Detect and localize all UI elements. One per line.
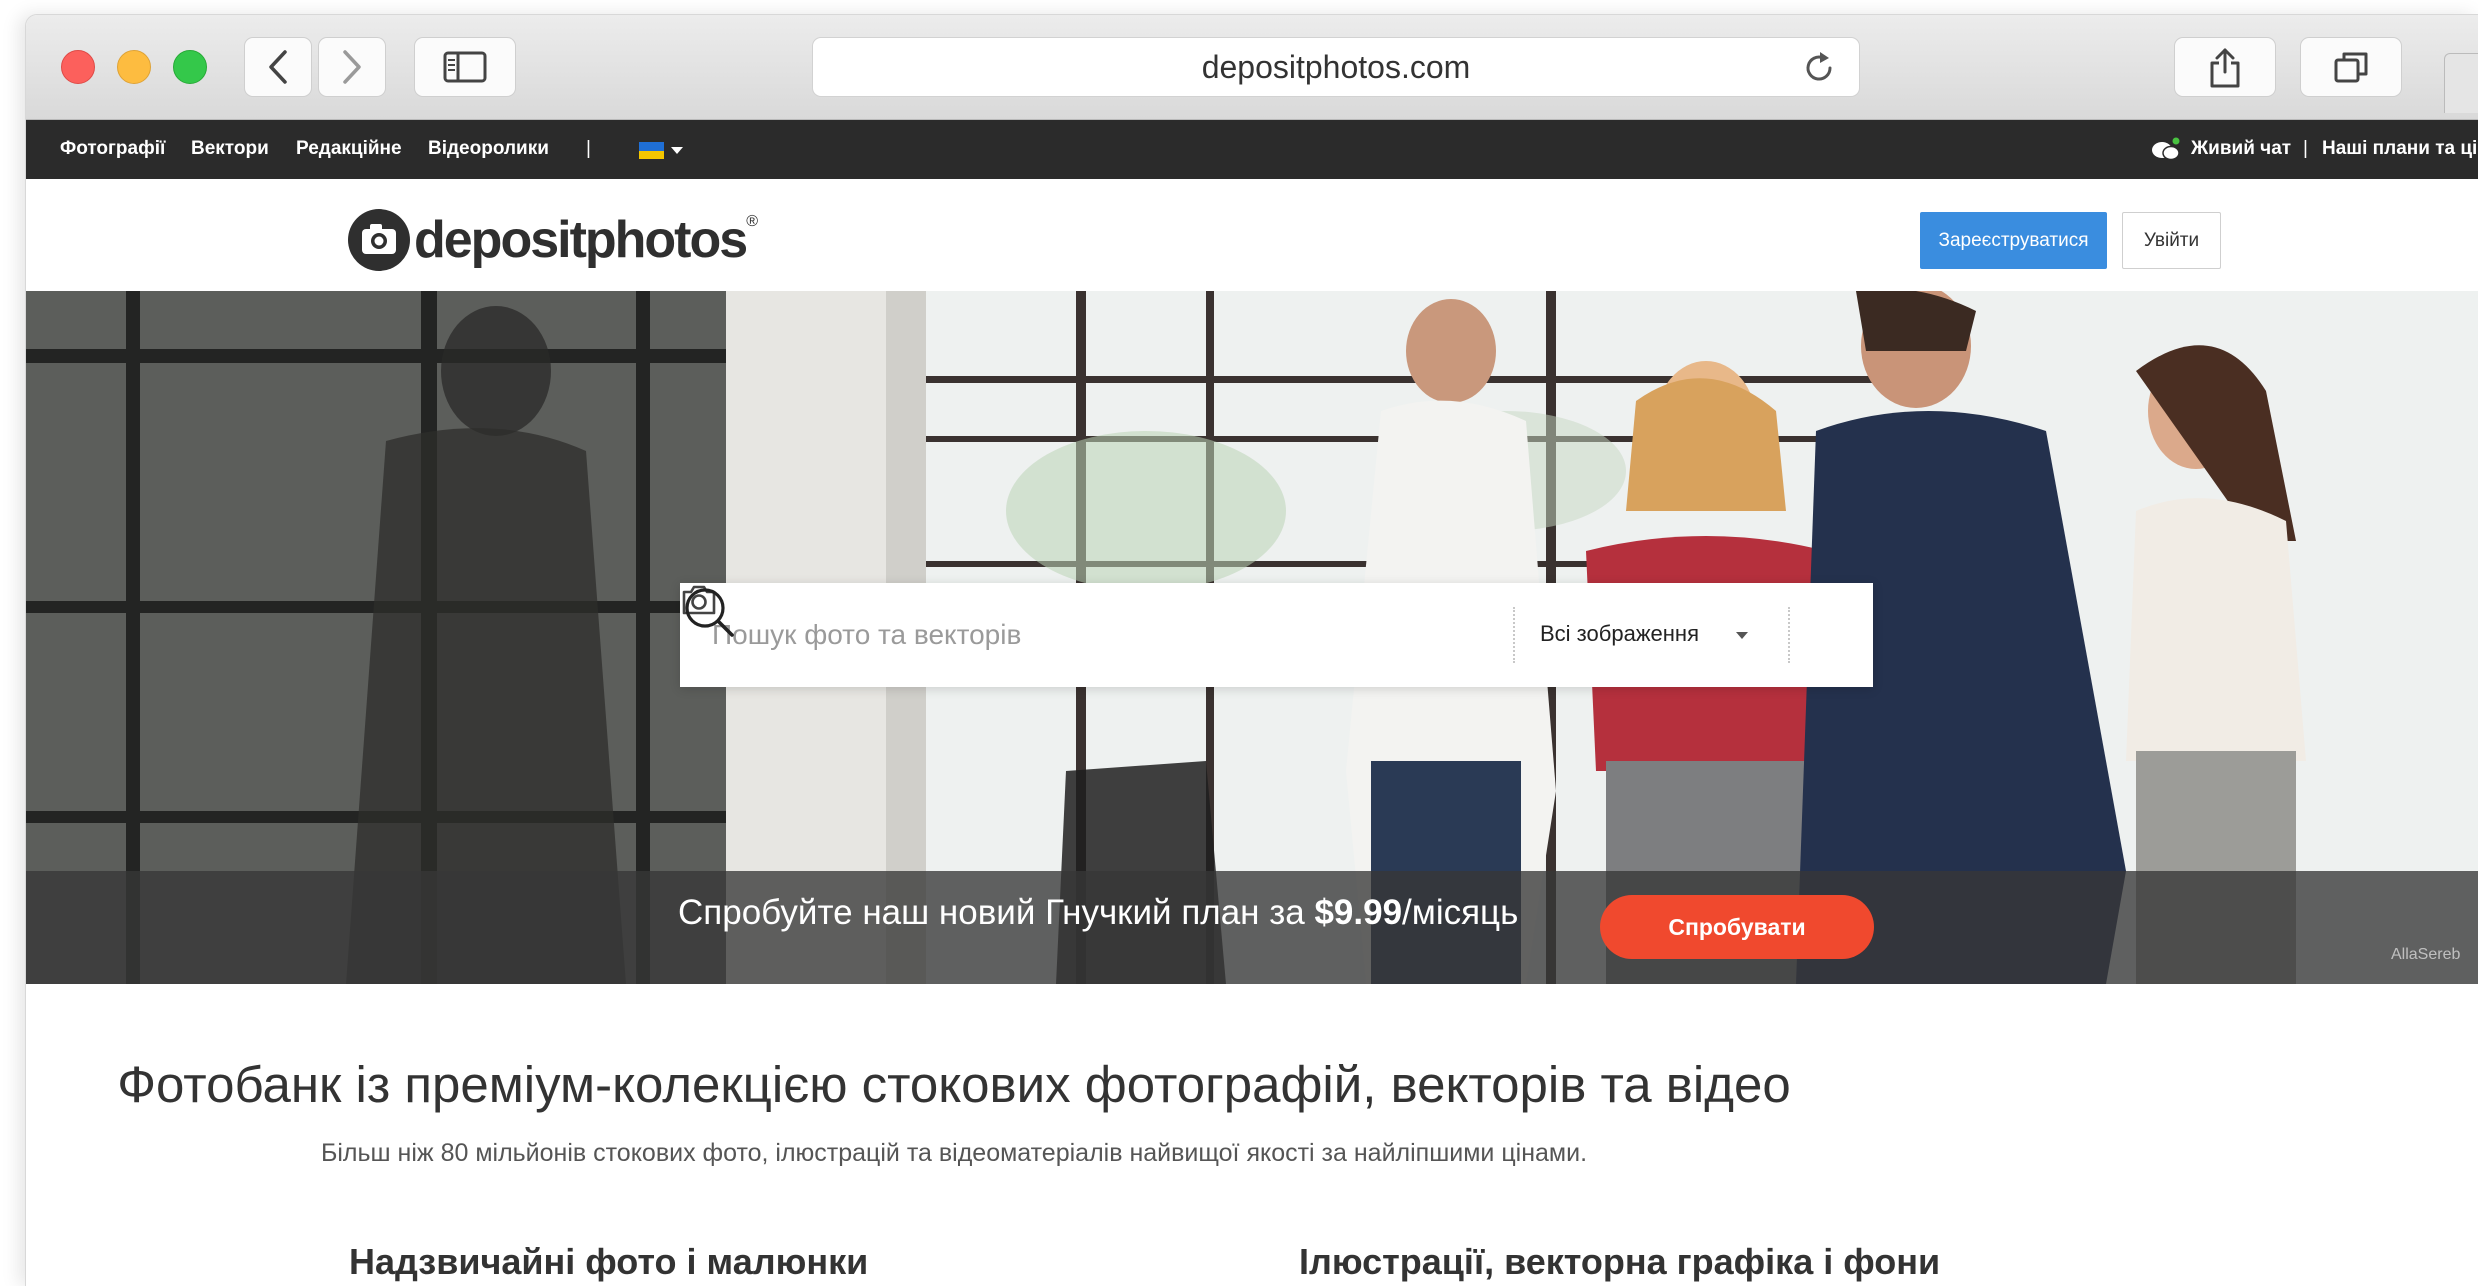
plans-link[interactable]: Наші плани та ці (2322, 138, 2477, 160)
image-type-select[interactable]: Всі зображення (1540, 621, 1699, 647)
promo-text: Спробуйте наш новий Гнучкий план за $9.9… (678, 893, 1518, 933)
site-header: depositphotos ® Зареєструватися Увійти (26, 179, 2478, 291)
photo-credit: AllaSereb (2391, 946, 2461, 963)
nav-separator: | (586, 138, 591, 159)
caret-down-icon[interactable] (1736, 632, 1748, 639)
sidebar-toggle-button[interactable] (414, 37, 516, 97)
promo-text-before: Спробуйте наш новий Гнучкий план за (678, 893, 1315, 932)
page-headline: Фотобанк із преміум-колекцією стокових ф… (117, 1056, 1791, 1113)
browser-window: depositphotos.com Фотографії Вектори Ред… (25, 14, 2478, 1286)
search-bar: Всі зображення (680, 583, 1873, 687)
search-divider (1513, 607, 1515, 663)
nav-item-photos[interactable]: Фотографії (60, 138, 165, 160)
browser-toolbar: depositphotos.com (26, 15, 2478, 120)
live-chat-link[interactable]: Живий чат (2191, 138, 2291, 160)
url-text: depositphotos.com (1201, 48, 1471, 85)
nav-item-vectors[interactable]: Вектори (191, 138, 269, 160)
page-subheadline: Більш ніж 80 мільйонів стокових фото, іл… (320, 1139, 1588, 1167)
camera-logo-icon (348, 209, 410, 271)
section-title-photos[interactable]: Надзвичайні фото і малюнки (349, 1241, 868, 1283)
nav-separator-right: | (2303, 138, 2308, 159)
tabs-icon (2334, 52, 2368, 83)
search-divider (1788, 607, 1790, 663)
language-flag-icon[interactable] (639, 142, 664, 159)
new-tab-edge[interactable] (2444, 53, 2478, 113)
promo-text-after: /місяць (1402, 893, 1519, 932)
login-button[interactable]: Увійти (2122, 212, 2221, 269)
back-button[interactable] (244, 37, 312, 97)
tab-overview-button[interactable] (2300, 37, 2402, 97)
share-button[interactable] (2174, 37, 2276, 97)
logo-wordmark: depositphotos (414, 211, 748, 269)
promo-price: $9.99 (1314, 893, 1403, 932)
site-top-nav: Фотографії Вектори Редакційне Відеоролик… (26, 120, 2478, 179)
nav-item-editorial[interactable]: Редакційне (296, 138, 402, 160)
close-window-button[interactable] (61, 50, 95, 84)
chevron-left-icon (269, 50, 287, 84)
caret-down-icon[interactable] (671, 147, 683, 154)
registered-mark: ® (746, 213, 758, 230)
zoom-window-button[interactable] (173, 50, 207, 84)
address-bar[interactable]: depositphotos.com (812, 37, 1860, 97)
chat-icon (2152, 137, 2180, 161)
forward-button[interactable] (318, 37, 386, 97)
depositphotos-logo[interactable]: depositphotos ® (348, 209, 758, 271)
try-button[interactable]: Спробувати (1600, 895, 1874, 959)
reload-icon[interactable] (1801, 50, 1837, 86)
register-button[interactable]: Зареєструватися (1920, 212, 2107, 269)
share-icon (2210, 48, 2240, 88)
minimize-window-button[interactable] (117, 50, 151, 84)
hero-banner: Всі зображення Спробуйте наш новий Гнучк… (26, 291, 2478, 984)
nav-item-videos[interactable]: Відеоролики (428, 138, 549, 160)
search-input[interactable] (712, 583, 1412, 687)
sidebar-icon (443, 51, 487, 83)
chevron-right-icon (343, 50, 361, 84)
section-title-illustrations[interactable]: Ілюстрації, векторна графіка і фони (1299, 1241, 1940, 1283)
search-icon[interactable] (680, 583, 738, 641)
